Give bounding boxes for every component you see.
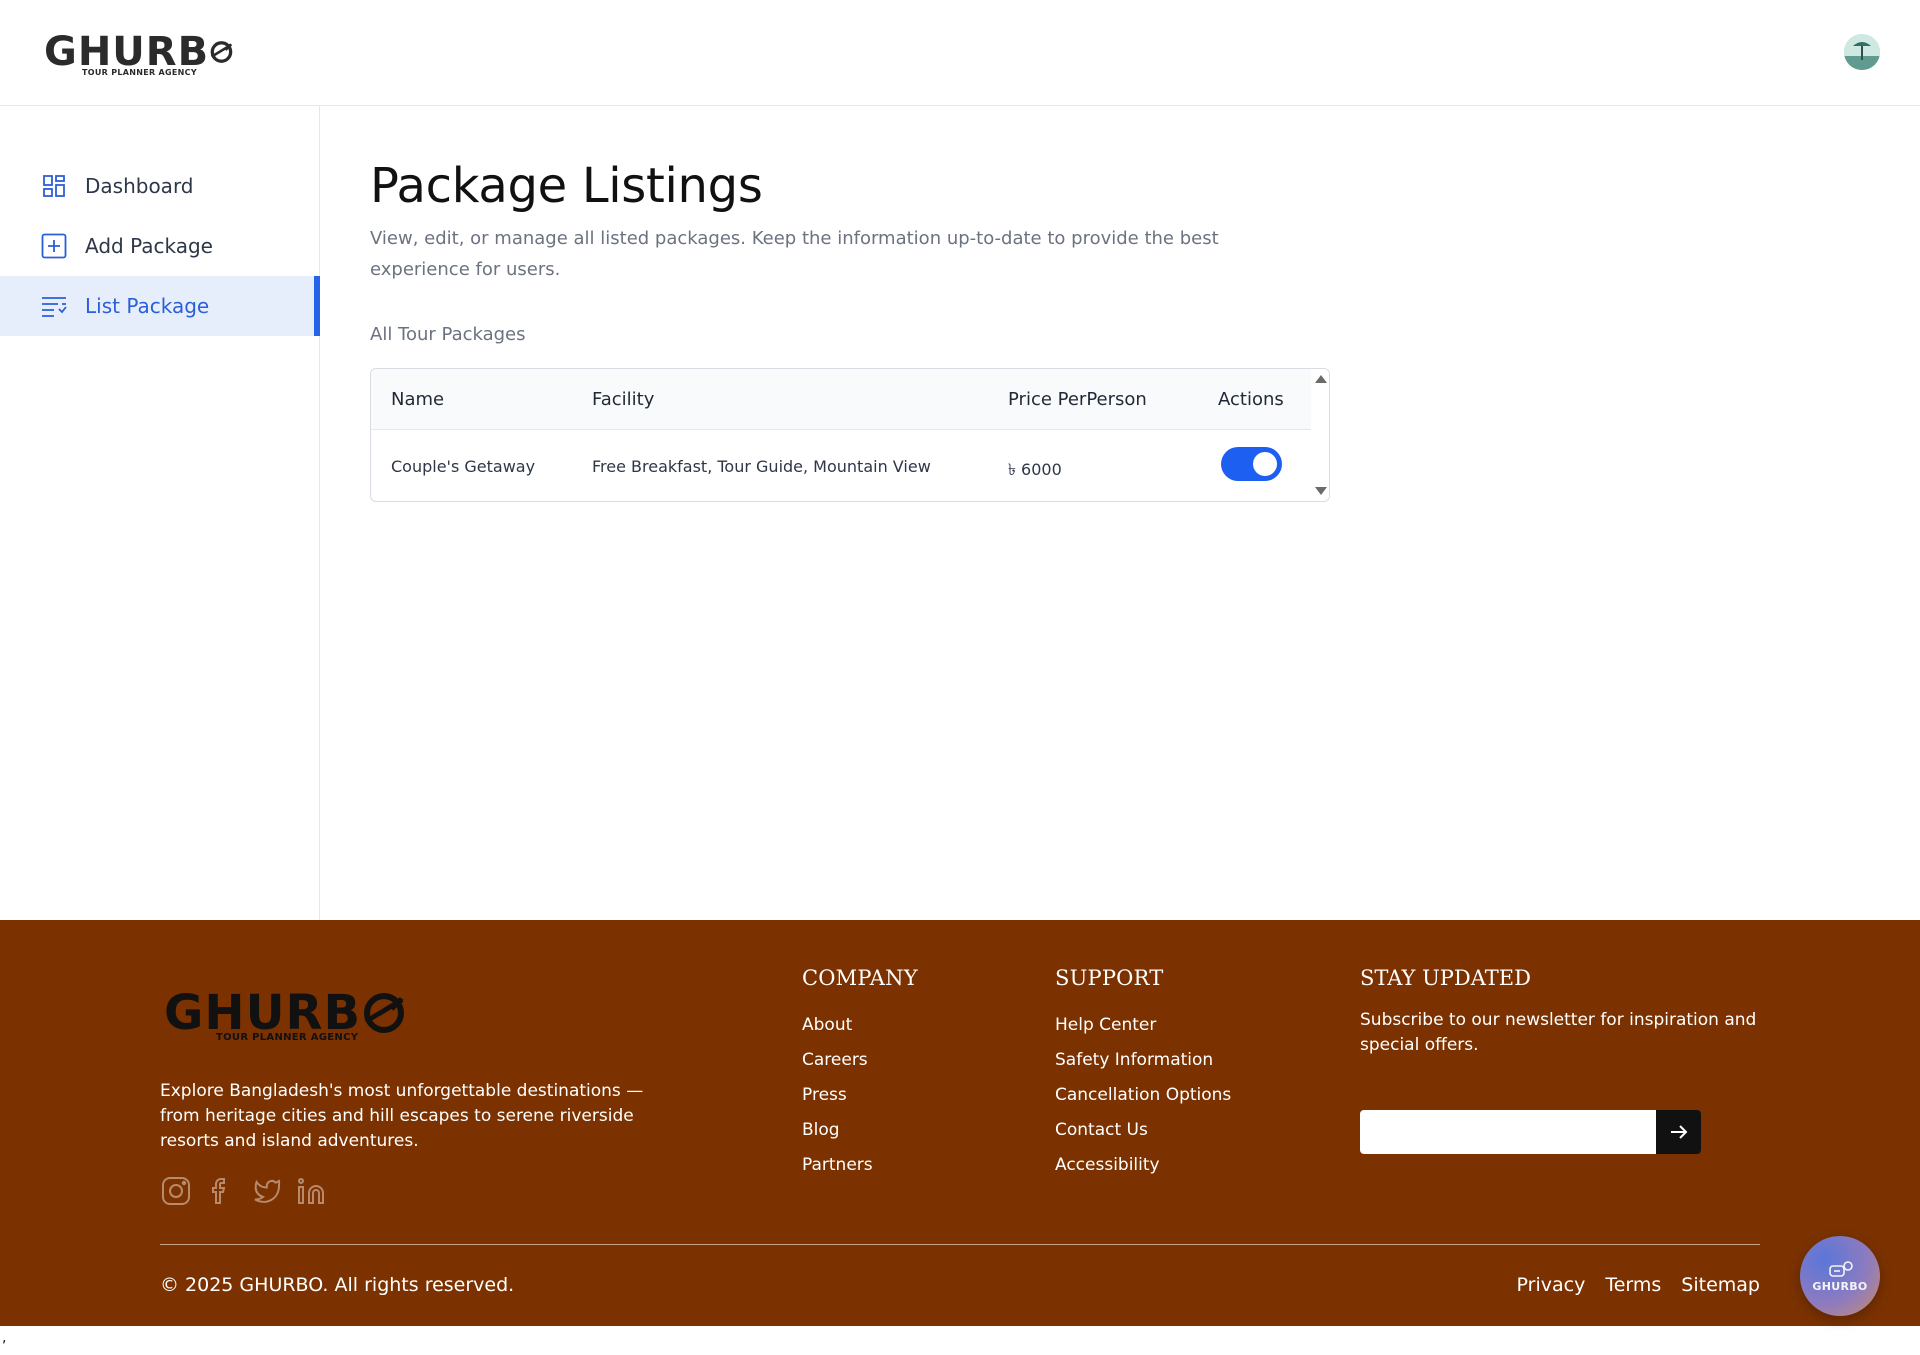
column-header-facility: Facility [592,389,655,410]
table-row: Couple's Getaway Free Breakfast, Tour Gu… [371,431,1311,501]
footer-link-safety[interactable]: Safety Information [1055,1043,1231,1078]
copyright-text: © 2025 GHURBO. All rights reserved. [160,1274,515,1296]
chat-assistant-button[interactable]: GHURBO [1800,1236,1880,1316]
newsletter-heading: STAY UPDATED [1360,966,1531,990]
cell-package-name: Couple's Getaway [391,457,536,476]
newsletter-section: STAY UPDATED Subscribe to our newsletter… [1360,966,1760,1154]
table-scrollbar[interactable] [1311,369,1329,501]
sidebar-item-label: List Package [85,294,210,318]
linkedin-icon[interactable] [295,1175,326,1206]
brand-tagline: TOUR PLANNER AGENCY [82,68,197,77]
sidebar-item-label: Add Package [85,234,213,258]
packages-table: Name Facility Price PerPerson Actions Co… [370,368,1330,502]
footer-link-terms[interactable]: Terms [1605,1274,1661,1296]
sidebar-item-add-package[interactable]: Add Package [0,216,320,276]
newsletter-form [1360,1110,1701,1154]
chat-fab-label: GHURBO [1812,1279,1868,1293]
footer-company-heading: COMPANY [802,966,918,990]
legal-links: Privacy Terms Sitemap [1517,1274,1760,1296]
avatar-image-icon [1844,34,1880,70]
user-avatar[interactable] [1844,34,1880,70]
footer-support-column: SUPPORT Help Center Safety Information C… [1055,966,1231,1183]
footer-link-sitemap[interactable]: Sitemap [1681,1274,1760,1296]
site-footer: GHURB TOUR PLANNER AGENCY Explore Bangla… [0,920,1920,1326]
instagram-icon[interactable] [160,1175,191,1206]
footer-link-help-center[interactable]: Help Center [1055,1008,1231,1043]
footer-description: Explore Bangladesh's most unforgettable … [160,1081,644,1151]
globe-plane-icon [364,993,405,1033]
column-header-actions: Actions [1218,389,1284,410]
cell-price: ৳ 6000 [1008,460,1062,479]
footer-link-press[interactable]: Press [802,1078,918,1113]
cell-facility: Free Breakfast, Tour Guide, Mountain Vie… [592,457,931,476]
social-links [160,1175,326,1206]
package-active-toggle[interactable] [1221,447,1282,481]
list-icon [40,292,68,320]
sidebar-item-dashboard[interactable]: Dashboard [0,156,320,216]
top-header: GHURB TOUR PLANNER AGENCY [0,0,1920,106]
chat-bot-icon [1829,1260,1853,1277]
stray-character: , [2,1330,7,1346]
footer-brand-tagline: TOUR PLANNER AGENCY [216,1032,359,1043]
footer-link-about[interactable]: About [802,1008,918,1043]
footer-link-careers[interactable]: Careers [802,1043,918,1078]
footer-link-partners[interactable]: Partners [802,1148,918,1183]
add-square-icon [40,232,68,260]
arrow-right-icon [1670,1125,1687,1139]
footer-company-column: COMPANY About Careers Press Blog Partner… [802,966,918,1183]
toggle-knob [1253,452,1277,476]
scroll-up-arrow-icon[interactable] [1315,375,1327,383]
globe-plane-icon [210,41,233,63]
footer-link-accessibility[interactable]: Accessibility [1055,1148,1231,1183]
sidebar-item-list-package[interactable]: List Package [0,276,320,336]
table-header: Name Facility Price PerPerson Actions [371,369,1311,430]
page-description: View, edit, or manage all listed package… [370,228,1219,280]
footer-link-contact[interactable]: Contact Us [1055,1113,1231,1148]
column-header-price: Price PerPerson [1008,389,1147,410]
column-header-name: Name [391,389,445,410]
newsletter-submit-button[interactable] [1656,1110,1701,1154]
sidebar-item-label: Dashboard [85,174,194,198]
footer-divider [160,1244,1760,1245]
newsletter-email-input[interactable] [1360,1110,1656,1154]
section-label: All Tour Packages [370,324,526,345]
sidebar: Dashboard Add Package List Package [0,106,320,920]
scroll-down-arrow-icon[interactable] [1315,487,1327,495]
footer-link-cancellation[interactable]: Cancellation Options [1055,1078,1231,1113]
twitter-icon[interactable] [250,1175,281,1206]
footer-support-heading: SUPPORT [1055,966,1164,990]
footer-brand-logo[interactable]: GHURB TOUR PLANNER AGENCY [164,986,424,1048]
footer-link-privacy[interactable]: Privacy [1517,1274,1586,1296]
page-title: Package Listings [370,158,763,214]
newsletter-text: Subscribe to our newsletter for inspirat… [1360,1010,1757,1055]
brand-logo[interactable]: GHURB TOUR PLANNER AGENCY [44,30,234,82]
footer-link-blog[interactable]: Blog [802,1113,918,1148]
dashboard-icon [40,172,68,200]
facebook-icon[interactable] [205,1175,236,1206]
